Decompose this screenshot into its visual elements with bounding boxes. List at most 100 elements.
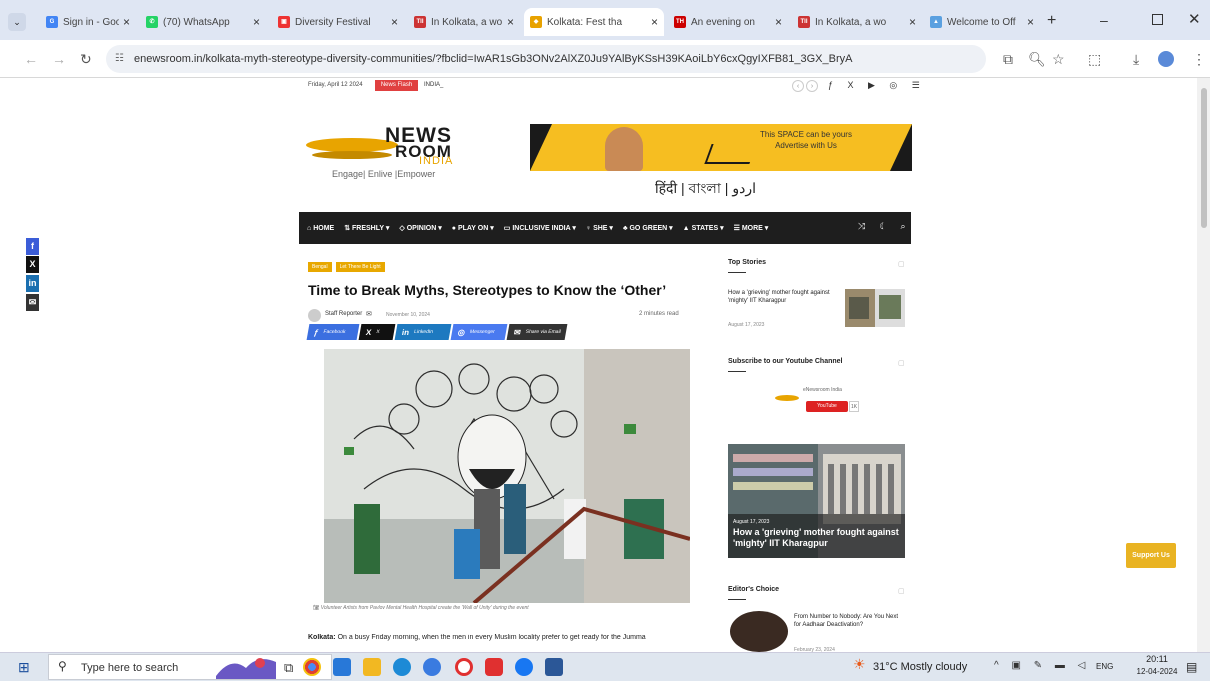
- tab-close-icon[interactable]: ×: [507, 15, 514, 29]
- download-icon[interactable]: ⤓: [1133, 50, 1139, 68]
- nav-item[interactable]: ⌂ HOME: [307, 225, 334, 232]
- nav-item[interactable]: ♀ SHE ▾: [586, 224, 613, 232]
- browser-tab[interactable]: TH An evening on ×: [668, 8, 788, 36]
- site-info-icon[interactable]: ☷: [115, 45, 124, 73]
- tray-icons[interactable]: ^ ▣ ✎ ▬ ◁: [994, 660, 1090, 671]
- nav-item[interactable]: ⇅ FRESHLY ▾: [344, 224, 389, 232]
- category-tag[interactable]: Let There Be Light: [335, 262, 385, 272]
- tab-close-icon[interactable]: ×: [1027, 15, 1034, 29]
- profile-avatar[interactable]: [1158, 51, 1174, 67]
- support-us-button[interactable]: Support Us: [1126, 543, 1176, 568]
- tab-close-icon[interactable]: ×: [253, 15, 260, 29]
- share-button[interactable]: ƒ Facebook: [306, 324, 360, 340]
- explorer-taskbar-icon[interactable]: [363, 658, 381, 676]
- browser-tab[interactable]: ▣ Diversity Festival ×: [272, 8, 404, 36]
- nav-item[interactable]: ● PLAY ON ▾: [452, 224, 494, 232]
- edge-taskbar-icon[interactable]: [393, 658, 411, 676]
- maximize-button[interactable]: [1152, 14, 1163, 25]
- share-button[interactable]: XX: [358, 324, 396, 340]
- browser-tab[interactable]: TII In Kolkata, a wo ×: [792, 8, 922, 36]
- facebook-share-icon[interactable]: f: [26, 238, 39, 255]
- tab-search-button[interactable]: ⌄: [8, 13, 26, 31]
- nav-item[interactable]: ▲ STATES ▾: [683, 224, 724, 232]
- tab-close-icon[interactable]: ×: [775, 15, 782, 29]
- tab-favicon: ▲: [930, 16, 942, 28]
- ad-stripe-right: [890, 124, 912, 171]
- tab-close-icon[interactable]: ×: [123, 15, 130, 29]
- clock-time[interactable]: 20:11: [1137, 654, 1177, 664]
- store-taskbar-icon[interactable]: [333, 658, 351, 676]
- editors-choice-thumbnail[interactable]: [730, 611, 788, 652]
- nav-item[interactable]: ☰ MORE ▾: [734, 224, 769, 232]
- menu-dots-icon[interactable]: ⋮: [1192, 50, 1206, 68]
- share-button[interactable]: ◎ Messenger: [450, 324, 508, 340]
- back-icon[interactable]: ←: [24, 50, 38, 68]
- browser-tab[interactable]: G Sign in - Google ×: [40, 8, 136, 36]
- scrollbar-thumb[interactable]: [1201, 88, 1207, 228]
- nav-item-label: SHE ▾: [593, 225, 613, 232]
- install-app-icon[interactable]: ⧉: [1003, 50, 1013, 68]
- close-window-button[interactable]: ✕: [1188, 10, 1201, 28]
- notification-icon[interactable]: ▤: [1186, 660, 1197, 674]
- nav-tools-icons[interactable]: ⤨ ☾ ⌕: [858, 221, 912, 232]
- search-icon: ⚲: [58, 659, 67, 673]
- youtube-subscribe-button[interactable]: YouTube: [806, 401, 848, 412]
- tab-label: An evening on: [691, 16, 755, 28]
- top-story-title[interactable]: How a 'grieving' mother fought against '…: [728, 289, 836, 305]
- address-bar[interactable]: ☷ enewsroom.in/kolkata-myth-stereotype-d…: [106, 45, 986, 73]
- new-tab-button[interactable]: +: [1047, 12, 1056, 30]
- reload-icon[interactable]: ↻: [80, 50, 92, 68]
- tab-close-icon[interactable]: ×: [651, 15, 658, 29]
- email-share-icon[interactable]: ✉: [26, 294, 39, 311]
- social-header-icons[interactable]: ƒ X ▶ ◎ ☰: [828, 80, 926, 91]
- youtube-taskbar-icon[interactable]: [485, 658, 503, 676]
- weather-text[interactable]: 31°C Mostly cloudy: [873, 661, 967, 673]
- task-view-icon[interactable]: ⧉: [284, 660, 293, 676]
- top-story-thumbnail[interactable]: [845, 289, 905, 327]
- feature-title[interactable]: How a 'grieving' mother fought against '…: [733, 527, 901, 549]
- clock-date[interactable]: 12-04-2024: [1130, 667, 1184, 676]
- editors-choice-title[interactable]: From Number to Nobody: Are You Next for …: [794, 613, 906, 629]
- facebook-taskbar-icon[interactable]: [515, 658, 533, 676]
- author-avatar: [308, 309, 321, 322]
- start-button[interactable]: ⊞: [18, 659, 30, 676]
- share-button[interactable]: ✉ Share via Email: [506, 324, 568, 340]
- x-share-icon[interactable]: X: [26, 256, 39, 273]
- share-label: LinkedIn: [413, 329, 434, 335]
- news-ticker[interactable]: INDIA_: [424, 82, 443, 88]
- nav-item-icon: ⌂: [307, 224, 312, 232]
- author-name[interactable]: Staff Reporter: [325, 311, 362, 317]
- nav-item[interactable]: ◇ OPINION ▾: [399, 224, 441, 232]
- ticker-next-icon[interactable]: ›: [806, 80, 818, 92]
- share-button[interactable]: in LinkedIn: [394, 324, 452, 340]
- category-tag[interactable]: Bengal: [308, 262, 332, 272]
- tab-favicon: G: [46, 16, 58, 28]
- zoom-icon[interactable]: 🔍︎: [1028, 50, 1046, 68]
- browser-tab[interactable]: ▲ Welcome to Off ×: [924, 8, 1040, 36]
- author-email-icon[interactable]: ✉: [366, 310, 372, 318]
- ticker-prev-icon[interactable]: ‹: [792, 80, 804, 92]
- nav-item[interactable]: ♣ GO GREEN ▾: [623, 224, 673, 232]
- opera-taskbar-icon[interactable]: [455, 658, 473, 676]
- tab-favicon: TII: [414, 16, 426, 28]
- app-taskbar-icon[interactable]: [423, 658, 441, 676]
- browser-tab[interactable]: TII In Kolkata, a wo ×: [408, 8, 520, 36]
- nav-item-label: PLAY ON ▾: [457, 225, 494, 232]
- browser-tab[interactable]: ✆ (70) WhatsApp ×: [140, 8, 266, 36]
- tab-close-icon[interactable]: ×: [391, 15, 398, 29]
- chrome-taskbar-icon[interactable]: [303, 658, 321, 676]
- nav-item-icon: ♣: [622, 225, 628, 232]
- minimize-button[interactable]: –: [1100, 12, 1108, 28]
- language-links[interactable]: हिंदी | বাংলা | اردو: [655, 177, 756, 201]
- nav-item[interactable]: ▭ INCLUSIVE INDIA ▾: [504, 224, 576, 232]
- browser-tab[interactable]: ◆ Kolkata: Fest tha ×: [524, 8, 664, 36]
- search-highlight-image: [216, 658, 276, 679]
- word-taskbar-icon[interactable]: [545, 658, 563, 676]
- bookmark-star-icon[interactable]: ☆: [1052, 50, 1065, 68]
- input-language[interactable]: ENG: [1096, 662, 1113, 671]
- tab-close-icon[interactable]: ×: [909, 15, 916, 29]
- linkedin-share-icon[interactable]: in: [26, 275, 39, 292]
- forward-icon[interactable]: →: [52, 50, 66, 68]
- tab-label: Sign in - Google: [63, 16, 119, 28]
- extensions-icon[interactable]: ⬚: [1088, 50, 1101, 68]
